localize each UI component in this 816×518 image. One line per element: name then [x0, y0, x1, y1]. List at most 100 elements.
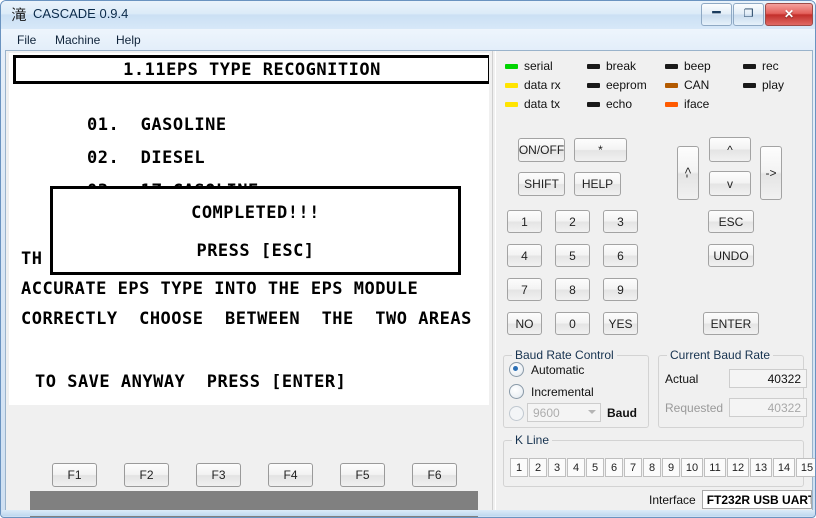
maximize-button[interactable]: ❐	[733, 3, 764, 26]
led-label-play: play	[762, 78, 785, 92]
f5-button[interactable]: F5	[340, 463, 385, 487]
key-yes[interactable]: YES	[603, 312, 638, 335]
baud-rate-select-value: 9600	[533, 406, 560, 420]
kline-button-7[interactable]: 7	[624, 458, 642, 477]
led-dot-rec	[743, 63, 756, 69]
f4-button[interactable]: F4	[268, 463, 313, 487]
led-label-rec: rec	[762, 59, 779, 73]
undo-button[interactable]: UNDO	[708, 244, 754, 267]
led-eeprom: eeprom	[587, 78, 647, 92]
led-dot-echo	[587, 101, 600, 107]
terminal-overlay-dialog: COMPLETED!!! PRESS [ESC]	[50, 186, 461, 275]
actual-baud-value: 40322	[729, 369, 807, 388]
enter-button[interactable]: ENTER	[703, 312, 759, 335]
minimize-button[interactable]: ━	[701, 3, 732, 26]
onoff-button[interactable]: ON/OFF	[518, 138, 565, 162]
kline-button-11[interactable]: 11	[704, 458, 726, 477]
kline-button-6[interactable]: 6	[605, 458, 623, 477]
requested-baud-row: Requested 40322	[665, 398, 807, 417]
baud-rate-control-label: Baud Rate Control	[512, 348, 617, 362]
radio-dot-automatic[interactable]	[509, 362, 524, 377]
led-label-break: break	[606, 59, 637, 73]
kline-button-5[interactable]: 5	[586, 458, 604, 477]
star-button[interactable]: *	[574, 138, 627, 162]
actual-baud-row: Actual 40322	[665, 369, 807, 388]
help-button[interactable]: HELP	[574, 172, 621, 196]
led-data-tx: data tx	[505, 97, 560, 111]
led-dot-data-tx	[505, 101, 518, 107]
terminal-footer-line: TO SAVE ANYWAY PRESS [ENTER]	[35, 372, 347, 392]
f2-button[interactable]: F2	[124, 463, 169, 487]
led-label-eeprom: eeprom	[606, 78, 647, 92]
actual-baud-label: Actual	[665, 371, 699, 386]
kline-label: K Line	[512, 433, 553, 447]
radio-dot-manual[interactable]	[509, 406, 524, 421]
interface-row: Interface FT232R USB UART	[649, 490, 812, 509]
f1-button[interactable]: F1	[52, 463, 97, 487]
menu-item-machine[interactable]: Machine	[49, 32, 106, 48]
led-label-can: CAN	[684, 78, 710, 92]
key-8[interactable]: 8	[555, 278, 590, 301]
current-baud-rate-label: Current Baud Rate	[667, 348, 774, 362]
kline-button-4[interactable]: 4	[567, 458, 585, 477]
key-3[interactable]: 3	[603, 210, 638, 233]
radio-label-incremental: Incremental	[531, 384, 594, 399]
led-beep: beep	[665, 59, 711, 73]
key-2[interactable]: 2	[555, 210, 590, 233]
kline-button-2[interactable]: 2	[529, 458, 547, 477]
baud-rate-select[interactable]: 9600	[527, 403, 601, 422]
kline-button-1[interactable]: 1	[510, 458, 528, 477]
menu-item-help[interactable]: Help	[110, 32, 147, 48]
nav-down-button[interactable]: v	[709, 171, 751, 196]
esc-button[interactable]: ESC	[708, 210, 754, 233]
led-can: CAN	[665, 78, 709, 92]
nav-up-button[interactable]: ^	[709, 137, 751, 162]
chevron-down-icon[interactable]	[588, 410, 596, 414]
led-serial: serial	[505, 59, 553, 73]
right-pane: serial data rx data tx break eeprom echo…	[495, 51, 815, 511]
radio-incremental[interactable]: Incremental	[509, 384, 594, 399]
close-icon: ✕	[783, 7, 795, 21]
kline-button-10[interactable]: 10	[681, 458, 703, 477]
led-dot-break	[587, 63, 600, 69]
key-6[interactable]: 6	[603, 244, 638, 267]
key-7[interactable]: 7	[507, 278, 542, 301]
kline-button-8[interactable]: 8	[643, 458, 661, 477]
close-button[interactable]: ✕	[765, 3, 813, 26]
kline-button-14[interactable]: 14	[773, 458, 795, 477]
radio-automatic[interactable]: Automatic	[509, 362, 584, 377]
f3-button[interactable]: F3	[196, 463, 241, 487]
key-4[interactable]: 4	[507, 244, 542, 267]
dialog-completed-text: COMPLETED!!!	[191, 203, 320, 223]
led-label-echo: echo	[606, 97, 633, 111]
application-window: 滝 CASCADE 0.9.4 ━ ❐ ✕ File Machine Help …	[0, 0, 816, 518]
key-9[interactable]: 9	[603, 278, 638, 301]
key-0[interactable]: 0	[555, 312, 590, 335]
client-area: 1.11EPS TYPE RECOGNITION 01. GASOLINE 02…	[5, 50, 815, 517]
title-bar: 滝 CASCADE 0.9.4 ━ ❐ ✕	[1, 1, 815, 30]
kline-button-9[interactable]: 9	[662, 458, 680, 477]
kline-button-12[interactable]: 12	[727, 458, 749, 477]
kline-button-15[interactable]: 15	[796, 458, 815, 477]
baud-unit-label: Baud	[607, 406, 637, 420]
key-5[interactable]: 5	[555, 244, 590, 267]
shift-button[interactable]: SHIFT	[518, 172, 565, 196]
kline-button-13[interactable]: 13	[750, 458, 772, 477]
menu-item-file[interactable]: File	[11, 32, 42, 48]
led-break: break	[587, 59, 636, 73]
nav-right-button[interactable]: ->	[760, 146, 782, 200]
terminal-display[interactable]: 1.11EPS TYPE RECOGNITION 01. GASOLINE 02…	[9, 53, 489, 405]
terminal-body-line-2: ACCURATE EPS TYPE INTO THE EPS MODULE	[21, 279, 419, 299]
led-dot-eeprom	[587, 82, 600, 88]
key-no[interactable]: NO	[507, 312, 542, 335]
f6-button[interactable]: F6	[412, 463, 457, 487]
nav-left-button[interactable]: <-	[677, 146, 699, 200]
menu-bar: File Machine Help	[1, 29, 815, 50]
radio-dot-incremental[interactable]	[509, 384, 524, 399]
led-dot-iface	[665, 101, 678, 107]
led-label-data-tx: data tx	[524, 97, 561, 111]
kline-button-3[interactable]: 3	[548, 458, 566, 477]
led-iface: iface	[665, 97, 709, 111]
app-icon: 滝	[11, 6, 27, 24]
key-1[interactable]: 1	[507, 210, 542, 233]
